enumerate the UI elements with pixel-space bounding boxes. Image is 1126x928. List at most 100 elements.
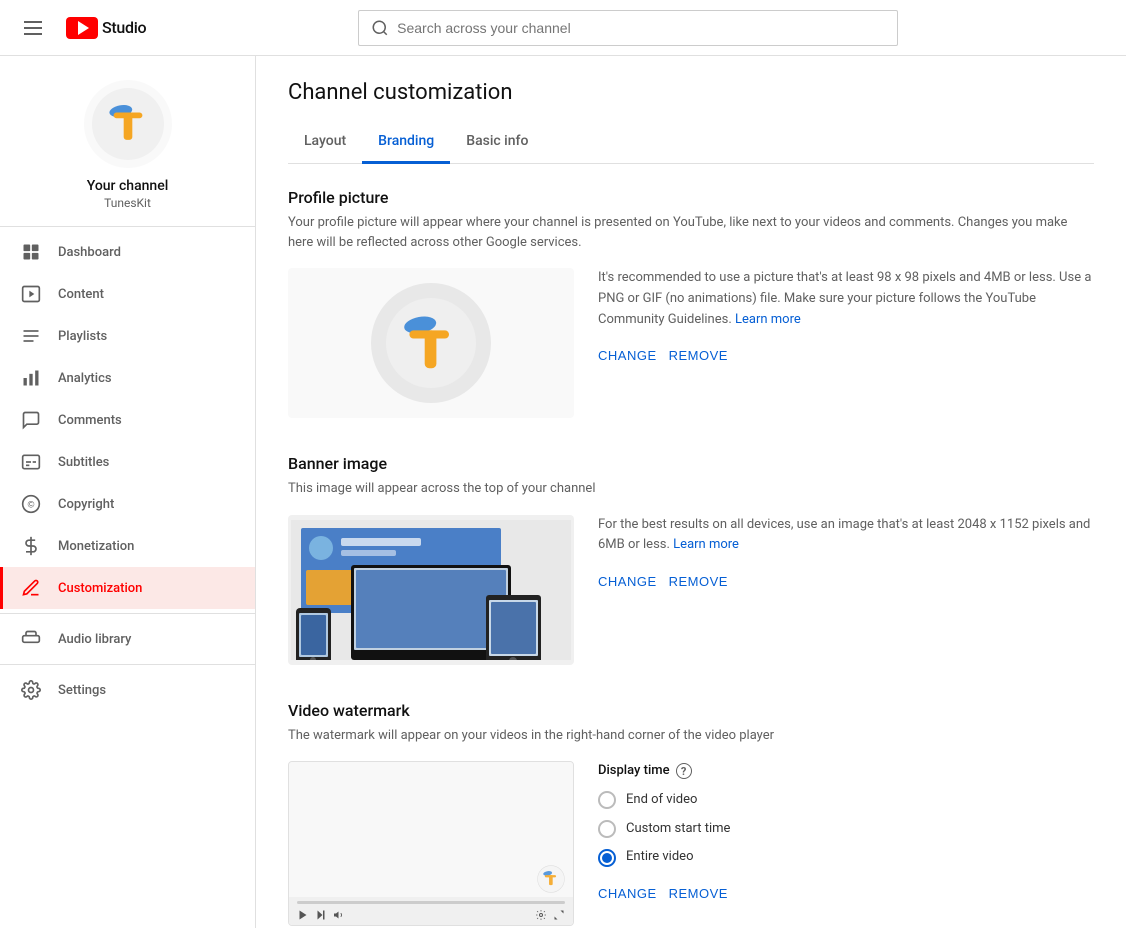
playlists-icon	[20, 325, 42, 347]
sidebar-label-copyright: Copyright	[58, 497, 114, 512]
tab-branding[interactable]: Branding	[362, 121, 450, 164]
profile-picture-desc: Your profile picture will appear where y…	[288, 213, 1094, 252]
tabs: Layout Branding Basic info	[288, 121, 1094, 164]
radio-label-custom-start-time: Custom start time	[626, 819, 730, 840]
video-watermark-remove-button[interactable]: REMOVE	[669, 882, 728, 905]
sidebar-item-audio-library[interactable]: Audio library	[0, 618, 255, 660]
sidebar: Your channel TunesKit Dashboard Content …	[0, 56, 256, 928]
banner-image-section: Banner image This image will appear acro…	[288, 454, 1094, 665]
content-icon	[20, 283, 42, 305]
sidebar-divider-top	[0, 226, 255, 227]
sidebar-label-dashboard: Dashboard	[58, 245, 121, 260]
youtube-studio-logo[interactable]: Studio	[66, 17, 146, 39]
banner-image-learn-more[interactable]: Learn more	[673, 537, 739, 552]
banner-image-actions: CHANGE REMOVE	[598, 570, 1094, 593]
radio-dot-entire-video	[602, 853, 612, 863]
sidebar-label-customization: Customization	[58, 581, 142, 596]
header: Studio	[0, 0, 1126, 56]
sidebar-label-comments: Comments	[58, 413, 122, 428]
radio-circle-end-of-video	[598, 791, 616, 809]
tab-layout[interactable]: Layout	[288, 121, 362, 164]
radio-label-entire-video: Entire video	[626, 847, 693, 868]
video-watermark-actions: CHANGE REMOVE	[598, 882, 1094, 905]
settings-icon	[20, 679, 42, 701]
audio-library-icon	[20, 628, 42, 650]
sidebar-divider-mid	[0, 613, 255, 614]
sidebar-item-comments[interactable]: Comments	[0, 399, 255, 441]
sidebar-label-monetization: Monetization	[58, 539, 134, 554]
banner-image-info: For the best results on all devices, use…	[598, 515, 1094, 594]
profile-picture-preview	[288, 268, 574, 418]
radio-entire-video[interactable]: Entire video	[598, 847, 1094, 868]
display-time-help-icon[interactable]: ?	[676, 763, 692, 779]
profile-picture-actions: CHANGE REMOVE	[598, 344, 1094, 367]
video-watermark-desc: The watermark will appear on your videos…	[288, 726, 1094, 746]
channel-logo-svg	[92, 88, 164, 160]
sidebar-label-subtitles: Subtitles	[58, 455, 109, 470]
sidebar-label-analytics: Analytics	[58, 371, 112, 386]
channel-handle-label: TunesKit	[104, 196, 151, 210]
sidebar-item-analytics[interactable]: Analytics	[0, 357, 255, 399]
video-watermark-info: Display time ? End of video	[598, 761, 1094, 905]
profile-picture-learn-more[interactable]: Learn more	[735, 312, 801, 327]
studio-text: Studio	[102, 18, 146, 37]
banner-image-remove-button[interactable]: REMOVE	[669, 570, 728, 593]
profile-picture-remove-button[interactable]: REMOVE	[669, 344, 728, 367]
sidebar-item-settings[interactable]: Settings	[0, 669, 255, 711]
play-icon	[297, 909, 309, 921]
sidebar-item-monetization[interactable]: Monetization	[0, 525, 255, 567]
video-watermark-row: Display time ? End of video	[288, 761, 1094, 926]
profile-picture-row: It's recommended to use a picture that's…	[288, 268, 1094, 418]
header-search	[146, 10, 1110, 46]
sidebar-label-playlists: Playlists	[58, 329, 107, 344]
banner-image-info-text: For the best results on all devices, use…	[598, 517, 1090, 553]
banner-image-change-button[interactable]: CHANGE	[598, 570, 657, 593]
svg-text:©: ©	[28, 499, 35, 509]
channel-name-label: Your channel	[87, 178, 169, 194]
banner-image-row: For the best results on all devices, use…	[288, 515, 1094, 665]
profile-picture-title: Profile picture	[288, 188, 1094, 207]
display-time-label: Display time ?	[598, 761, 1094, 782]
banner-devices-svg	[291, 520, 571, 660]
video-watermark-title: Video watermark	[288, 701, 1094, 720]
radio-circle-custom-start-time	[598, 820, 616, 838]
monetization-icon	[20, 535, 42, 557]
profile-picture-info-text: It's recommended to use a picture that's…	[598, 270, 1091, 327]
profile-preview-circle	[371, 283, 491, 403]
page-title: Channel customization	[288, 80, 1094, 105]
profile-picture-change-button[interactable]: CHANGE	[598, 344, 657, 367]
tab-basic-info[interactable]: Basic info	[450, 121, 544, 164]
search-input[interactable]	[397, 20, 885, 36]
profile-picture-info: It's recommended to use a picture that's…	[598, 268, 1094, 367]
subtitles-icon	[20, 451, 42, 473]
analytics-icon	[20, 367, 42, 389]
radio-custom-start-time[interactable]: Custom start time	[598, 819, 1094, 840]
banner-image-desc: This image will appear across the top of…	[288, 479, 1094, 499]
sidebar-item-playlists[interactable]: Playlists	[0, 315, 255, 357]
sidebar-item-subtitles[interactable]: Subtitles	[0, 441, 255, 483]
sidebar-item-dashboard[interactable]: Dashboard	[0, 231, 255, 273]
sidebar-item-copyright[interactable]: © Copyright	[0, 483, 255, 525]
video-watermark-preview	[288, 761, 574, 926]
customization-icon	[20, 577, 42, 599]
play-triangle	[78, 21, 89, 35]
settings-video-icon	[535, 909, 547, 921]
video-watermark-change-button[interactable]: CHANGE	[598, 882, 657, 905]
search-icon	[371, 19, 389, 37]
sidebar-label-audio-library: Audio library	[58, 632, 131, 647]
channel-avatar[interactable]	[84, 80, 172, 168]
radio-group-display-time: End of video Custom start time	[598, 790, 1094, 868]
radio-label-end-of-video: End of video	[626, 790, 697, 811]
radio-end-of-video[interactable]: End of video	[598, 790, 1094, 811]
sidebar-label-content: Content	[58, 287, 104, 302]
hamburger-menu-button[interactable]	[16, 13, 50, 43]
sidebar-divider-bottom	[0, 664, 255, 665]
sidebar-item-customization[interactable]: Customization	[0, 567, 255, 609]
video-watermark-section: Video watermark The watermark will appea…	[288, 701, 1094, 927]
banner-image-preview	[288, 515, 574, 665]
sidebar-item-content[interactable]: Content	[0, 273, 255, 315]
copyright-icon: ©	[20, 493, 42, 515]
channel-info: Your channel TunesKit	[0, 64, 255, 222]
watermark-logo-svg	[537, 865, 565, 893]
skip-icon	[315, 909, 327, 921]
